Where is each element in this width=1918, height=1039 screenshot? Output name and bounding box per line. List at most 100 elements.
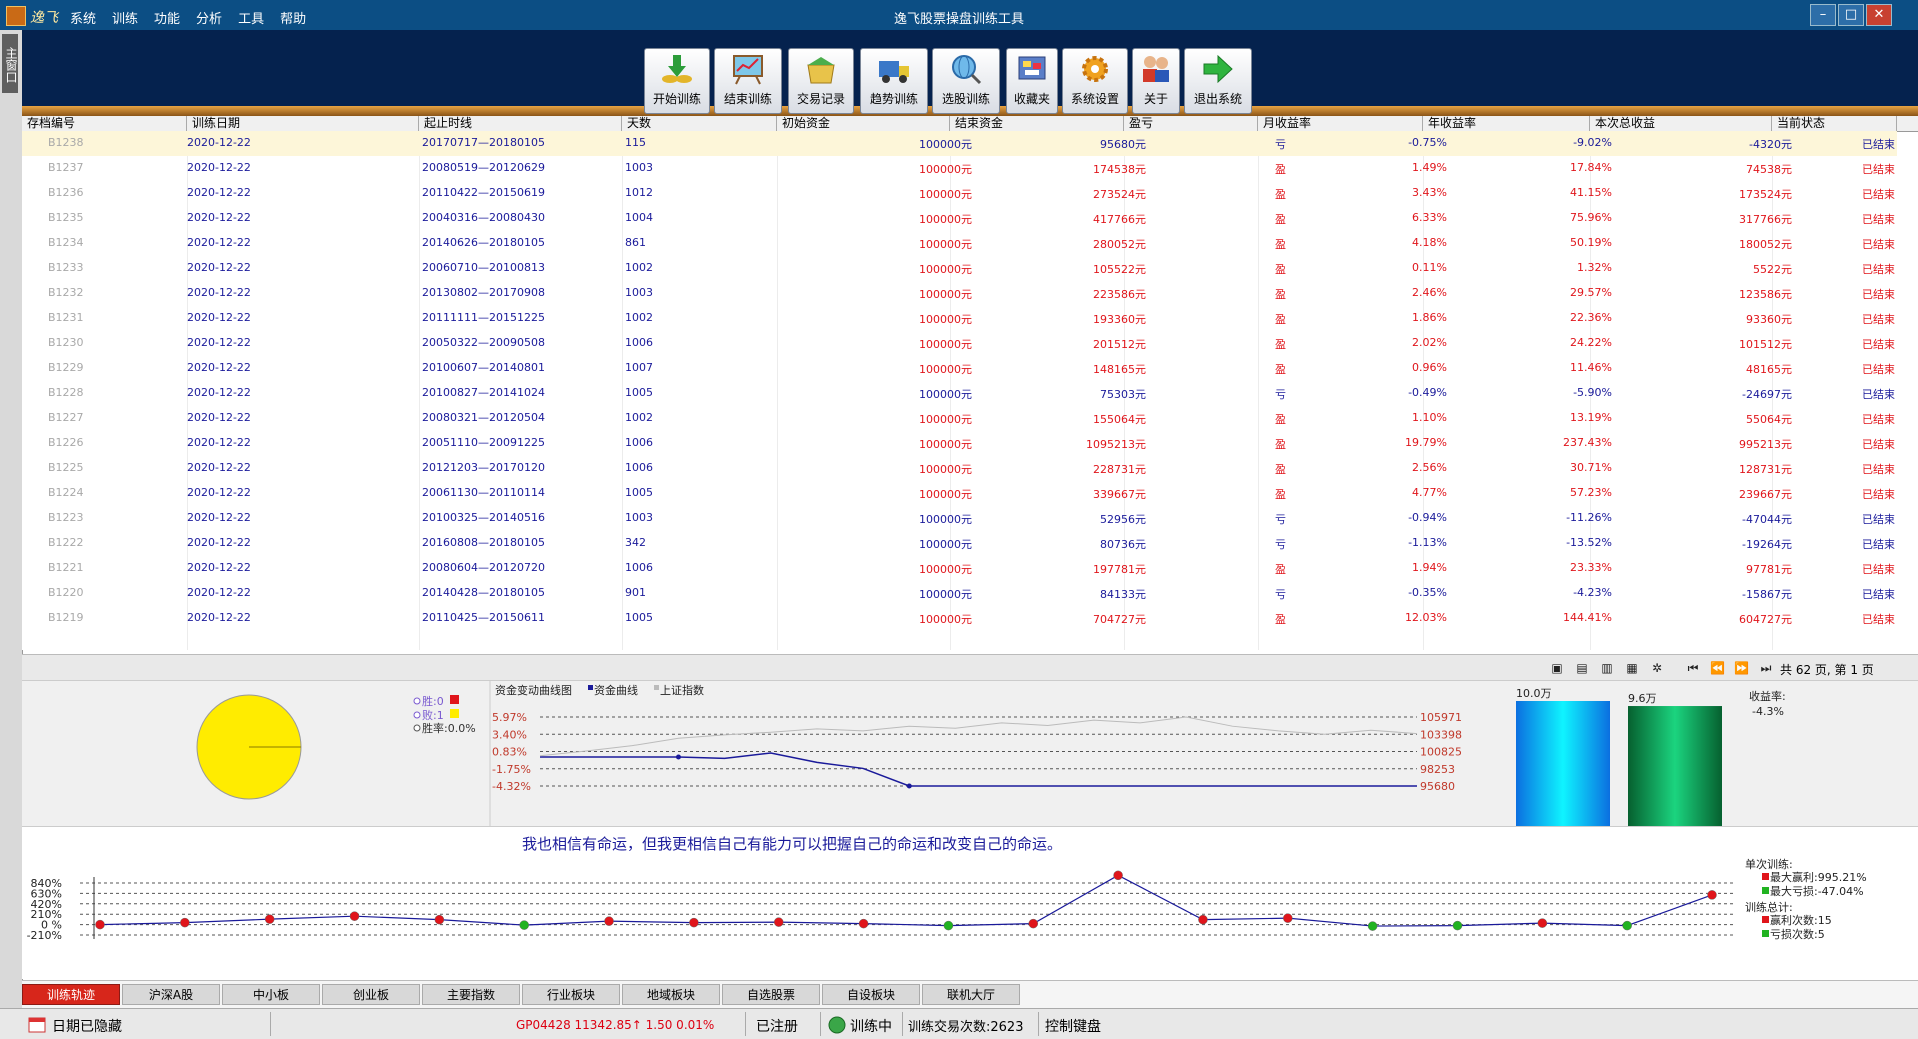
end-fund-cell: 105522元 bbox=[1093, 263, 1146, 276]
table-row[interactable]: B1222 2020-12-22 20160808—20180105 342 10000… bbox=[22, 531, 1897, 556]
tab-custom-sector[interactable]: 自设板块 bbox=[822, 984, 920, 1005]
profit-loss-cell: 盈 bbox=[1275, 563, 1286, 576]
about-button[interactable]: 关于 bbox=[1132, 48, 1180, 114]
track-point[interactable] bbox=[1452, 920, 1463, 931]
table-row[interactable]: B1225 2020-12-22 20121203—20170120 1006 1000… bbox=[22, 456, 1897, 481]
track-point[interactable] bbox=[519, 920, 529, 930]
training-records-table: 存档编号 训练日期 起止时线 天数 初始资金 结束资金 盈亏 月收益率 年收益率… bbox=[22, 116, 1918, 650]
annual-return-cell: 237.43% bbox=[1563, 436, 1612, 449]
table-row[interactable]: B1224 2020-12-22 20061130—20110114 1005 1000… bbox=[22, 481, 1897, 506]
delete-icon[interactable]: ▦ bbox=[1625, 661, 1639, 675]
exit-system-button[interactable]: 退出系统 bbox=[1184, 48, 1252, 114]
track-point[interactable] bbox=[95, 919, 105, 930]
table-row[interactable]: B1232 2020-12-22 20130802—20170908 1003 1000… bbox=[22, 281, 1897, 306]
table-row[interactable]: B1237 2020-12-22 20080519—20120629 1003 1000… bbox=[22, 156, 1897, 181]
col-profit-loss[interactable]: 盈亏 bbox=[1124, 116, 1258, 131]
last-page-icon[interactable]: ⏭ bbox=[1759, 661, 1773, 675]
track-point[interactable] bbox=[943, 920, 954, 931]
col-end-fund[interactable]: 结束资金 bbox=[950, 116, 1124, 131]
loss-swatch bbox=[450, 709, 459, 718]
track-point[interactable] bbox=[1367, 921, 1378, 931]
col-status[interactable]: 当前状态 bbox=[1772, 116, 1897, 131]
total-return-cell: -19264元 bbox=[1742, 538, 1792, 551]
table-row[interactable]: B1238 2020-12-22 20170717—20180105 115 10000… bbox=[22, 131, 1897, 156]
tab-shsz-a[interactable]: 沪深A股 bbox=[122, 984, 220, 1005]
win-label: 胜:0 bbox=[422, 694, 444, 708]
table-row[interactable]: B1233 2020-12-22 20060710—20100813 1002 1000… bbox=[22, 256, 1897, 281]
days-cell: 1003 bbox=[625, 286, 653, 299]
track-point[interactable] bbox=[1622, 920, 1632, 931]
start-training-button[interactable]: 开始训练 bbox=[644, 48, 710, 114]
table-row[interactable]: B1223 2020-12-22 20100325—20140516 1003 1000… bbox=[22, 506, 1897, 531]
tab-training-track[interactable]: 训练轨迹 bbox=[22, 984, 120, 1005]
system-settings-button[interactable]: 系统设置 bbox=[1062, 48, 1128, 114]
track-point[interactable] bbox=[264, 914, 275, 924]
tab-sme-board[interactable]: 中小板 bbox=[222, 984, 320, 1005]
maximize-icon[interactable]: □ bbox=[1838, 4, 1864, 26]
track-point[interactable] bbox=[180, 917, 190, 928]
track-point[interactable] bbox=[1198, 914, 1208, 925]
track-point[interactable] bbox=[434, 914, 445, 925]
table-row[interactable]: B1228 2020-12-22 20100827—20141024 1005 1000… bbox=[22, 381, 1897, 406]
table-row[interactable]: B1229 2020-12-22 20100607—20140801 1007 1000… bbox=[22, 356, 1897, 381]
col-archive-id[interactable]: 存档编号 bbox=[22, 116, 187, 131]
table-row[interactable]: B1236 2020-12-22 20110422—20150619 1012 1000… bbox=[22, 181, 1897, 206]
fund-curve-line bbox=[540, 752, 1417, 787]
profit-loss-cell: 亏 bbox=[1275, 513, 1286, 526]
next-page-icon[interactable]: ⏩ bbox=[1734, 661, 1749, 675]
monthly-return-cell: -1.13% bbox=[1408, 536, 1447, 549]
col-period[interactable]: 起止时线 bbox=[419, 116, 622, 131]
table-row[interactable]: B1220 2020-12-22 20140428—20180105 901 10000… bbox=[22, 581, 1897, 606]
tab-gem-board[interactable]: 创业板 bbox=[322, 984, 420, 1005]
track-point[interactable] bbox=[604, 916, 614, 926]
profit-loss-cell: 盈 bbox=[1275, 163, 1286, 176]
close-icon[interactable]: ✕ bbox=[1866, 4, 1892, 26]
table-row[interactable]: B1226 2020-12-22 20051110—20091225 1006 1000… bbox=[22, 431, 1897, 456]
trend-training-button[interactable]: 趋势训练 bbox=[860, 48, 928, 114]
track-point[interactable] bbox=[689, 917, 699, 928]
max-profit-swatch bbox=[1762, 873, 1769, 880]
view-icon-1[interactable]: ▣ bbox=[1550, 661, 1564, 675]
table-row[interactable]: B1235 2020-12-22 20040316—20080430 1004 1000… bbox=[22, 206, 1897, 231]
table-row[interactable]: B1227 2020-12-22 20080321—20120504 1002 1000… bbox=[22, 406, 1897, 431]
minimize-icon[interactable]: – bbox=[1810, 4, 1836, 26]
tab-major-index[interactable]: 主要指数 bbox=[422, 984, 520, 1005]
track-point[interactable] bbox=[858, 918, 869, 929]
track-point[interactable] bbox=[1113, 870, 1123, 881]
track-point[interactable] bbox=[773, 917, 784, 927]
col-total-return[interactable]: 本次总收益 bbox=[1590, 116, 1772, 131]
trade-record-button[interactable]: 交易记录 bbox=[788, 48, 854, 114]
col-monthly-return[interactable]: 月收益率 bbox=[1258, 116, 1423, 131]
main-window-tab[interactable]: 主窗口 bbox=[2, 34, 18, 93]
tab-watchlist[interactable]: 自选股票 bbox=[722, 984, 820, 1005]
track-point[interactable] bbox=[1283, 913, 1293, 923]
col-days[interactable]: 天数 bbox=[622, 116, 777, 131]
col-annual-return[interactable]: 年收益率 bbox=[1423, 116, 1590, 131]
prev-page-icon[interactable]: ⏪ bbox=[1710, 661, 1725, 675]
control-keyboard[interactable]: 控制键盘 bbox=[1045, 1016, 1101, 1036]
col-initial-fund[interactable]: 初始资金 bbox=[777, 116, 950, 131]
favorites-label: 收藏夹 bbox=[1013, 92, 1050, 106]
tab-region-sector[interactable]: 地域板块 bbox=[622, 984, 720, 1005]
col-training-date[interactable]: 训练日期 bbox=[187, 116, 419, 131]
first-page-icon[interactable]: ⏮ bbox=[1686, 661, 1700, 675]
table-row[interactable]: B1231 2020-12-22 20111111—20151225 1002 1000… bbox=[22, 306, 1897, 331]
end-training-button[interactable]: 结束训练 bbox=[714, 48, 782, 114]
people-icon bbox=[1143, 56, 1169, 82]
settings-gear-icon[interactable]: ✲ bbox=[1650, 661, 1664, 675]
table-row[interactable]: B1230 2020-12-22 20050322—20090508 1006 1000… bbox=[22, 331, 1897, 356]
track-point[interactable] bbox=[1707, 890, 1717, 900]
table-row[interactable]: B1234 2020-12-22 20140626—20180105 861 10000… bbox=[22, 231, 1897, 256]
track-point[interactable] bbox=[1537, 918, 1548, 928]
track-point[interactable] bbox=[349, 911, 360, 921]
stock-select-training-button[interactable]: 选股训练 bbox=[932, 48, 1000, 114]
tab-industry-sector[interactable]: 行业板块 bbox=[522, 984, 620, 1005]
monthly-return-cell: 1.86% bbox=[1412, 311, 1447, 324]
tab-online-hall[interactable]: 联机大厅 bbox=[922, 984, 1020, 1005]
favorites-button[interactable]: 收藏夹 bbox=[1006, 48, 1058, 114]
table-row[interactable]: B1219 2020-12-22 20110425—20150611 1005 1000… bbox=[22, 606, 1897, 631]
track-point[interactable] bbox=[1028, 918, 1039, 929]
view-icon-2[interactable]: ▤ bbox=[1575, 661, 1589, 675]
table-row[interactable]: B1221 2020-12-22 20080604—20120720 1006 1000… bbox=[22, 556, 1897, 581]
view-icon-3[interactable]: ▥ bbox=[1600, 661, 1614, 675]
